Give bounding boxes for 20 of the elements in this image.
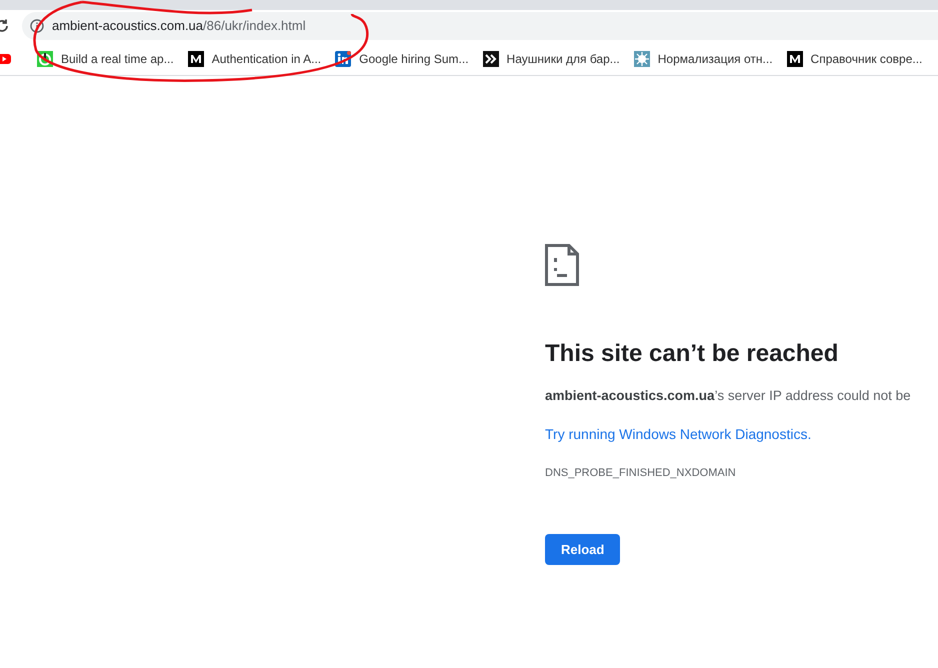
address-bar[interactable]: ambient-acoustics.com.ua/86/ukr/index.html <box>22 12 938 40</box>
error-title: This site can’t be reached <box>545 339 838 369</box>
reload-button[interactable]: Reload <box>545 534 620 565</box>
chevrons-icon <box>482 50 499 66</box>
info-icon[interactable] <box>30 19 44 33</box>
bookmark-item[interactable]: Справочник совре... <box>786 50 922 68</box>
bookmark-item[interactable]: Authentication in A... <box>188 50 322 68</box>
error-code: DNS_PROBE_FINISHED_NXDOMAIN <box>545 466 736 482</box>
letter-m-icon <box>188 50 204 66</box>
bookmark-item[interactable]: Google hiring Sum... <box>335 50 469 68</box>
url-text: ambient-acoustics.com.ua/86/ukr/index.html <box>52 17 306 36</box>
diagnostics-link[interactable]: Try running Windows Network Diagnostics. <box>545 424 812 446</box>
bookmark-item[interactable]: Build a real time ap... <box>37 50 174 68</box>
splash-icon <box>634 50 650 66</box>
error-message: ambient-acoustics.com.ua’s server IP address could not be <box>545 387 911 405</box>
sad-page-icon <box>545 244 579 286</box>
letter-m-icon <box>786 50 803 66</box>
bookmark-item[interactable]: Наушники для бар... <box>482 50 620 68</box>
bookmark-item[interactable]: Нормализация отн... <box>634 50 773 68</box>
bookmark-item[interactable] <box>0 54 11 64</box>
